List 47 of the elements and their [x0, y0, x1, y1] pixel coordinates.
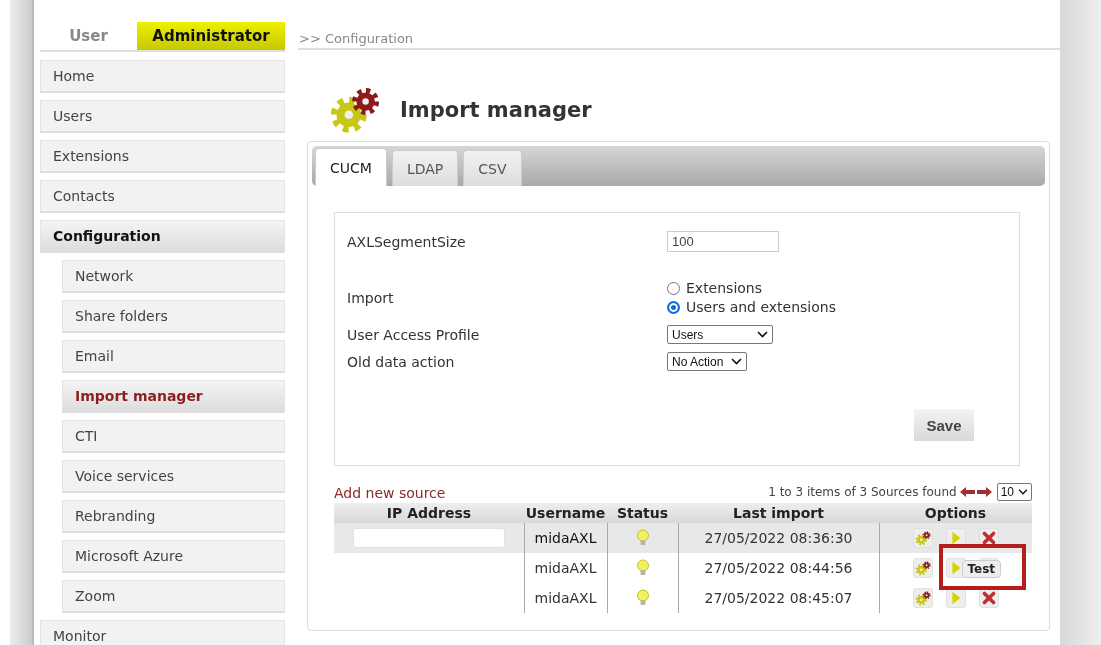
sidebar-item[interactable]: Home [40, 60, 285, 93]
table-cell: 27/05/2022 08:45:07 [678, 583, 879, 613]
sidebar-item[interactable]: Import manager [62, 380, 285, 413]
table-cell: midaAXL [524, 523, 607, 553]
sidebar-item[interactable]: Voice services [62, 460, 285, 493]
tab[interactable]: LDAP [391, 150, 459, 186]
page-title: Import manager [400, 98, 592, 122]
field-label: AXLSegmentSize [347, 233, 467, 250]
table-cell: 27/05/2022 08:36:30 [678, 523, 879, 553]
sidebar-item[interactable]: Microsoft Azure [62, 540, 285, 573]
sidebar-item[interactable]: Users [40, 100, 285, 133]
radio-label: Users and extensions [686, 299, 836, 315]
sidebar-item[interactable]: Configuration [40, 220, 285, 253]
field-label: User Access Profile [347, 326, 481, 343]
table-cell: midaAXL [524, 553, 607, 583]
column-header: Status [607, 503, 678, 523]
table-cell: 27/05/2022 08:44:56 [678, 553, 879, 583]
sidebar-item[interactable]: Zoom [62, 580, 285, 613]
sidebar-item[interactable]: Monitor [40, 620, 285, 645]
save-button[interactable]: Save [914, 409, 974, 441]
radio-label: Extensions [686, 280, 763, 296]
role-tab[interactable]: Administrator [137, 22, 285, 50]
page-size-dropdown[interactable]: 10 [996, 483, 1032, 501]
tab[interactable]: CUCM [315, 148, 387, 186]
sidebar-item[interactable]: CTI [62, 420, 285, 453]
sidebar-item[interactable]: Share folders [62, 300, 285, 333]
tooltip: Test [961, 560, 1002, 578]
sidebar-item[interactable]: Rebranding [62, 500, 285, 533]
input-field[interactable]: 100 [667, 231, 779, 252]
table-cell: midaAXL [524, 583, 607, 613]
role-tab[interactable]: User [40, 22, 137, 50]
breadcrumb: >> Configuration [299, 29, 414, 48]
results-summary: 1 to 3 items of 3 Sources found [768, 485, 957, 499]
field-label: Import [347, 289, 395, 306]
column-header: Last import [678, 503, 879, 523]
sidebar-item[interactable]: Contacts [40, 180, 285, 213]
tab[interactable]: CSV [463, 150, 522, 186]
column-header: Options [879, 503, 1032, 523]
sidebar-item[interactable]: Network [62, 260, 285, 293]
column-header: IP Address [334, 503, 524, 523]
dropdown[interactable]: No Action [667, 352, 748, 371]
field-label: Old data action [347, 353, 456, 370]
add-source-link[interactable]: Add new source [334, 485, 446, 501]
dropdown[interactable]: Users [667, 325, 773, 344]
sidebar-item[interactable]: Email [62, 340, 285, 373]
column-header: Username [524, 503, 607, 523]
sidebar-item[interactable]: Extensions [40, 140, 285, 173]
